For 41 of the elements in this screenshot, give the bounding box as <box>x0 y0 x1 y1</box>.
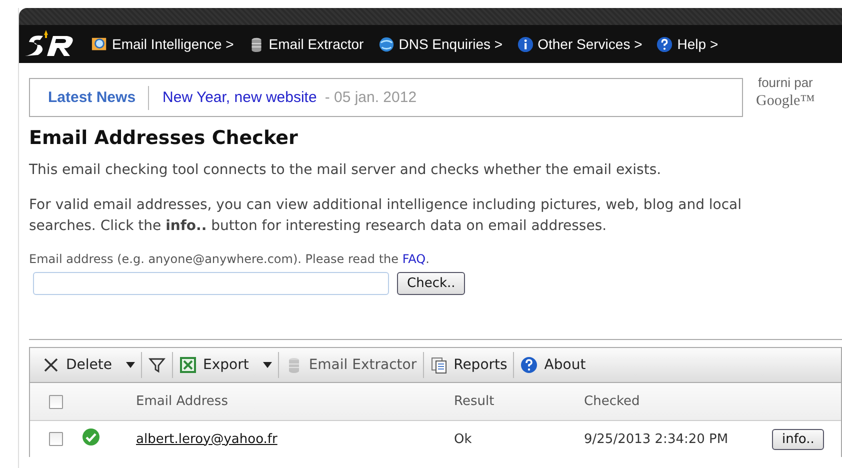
checkbox[interactable] <box>49 394 63 408</box>
powered-by-text: fourni par <box>756 75 814 90</box>
help-icon <box>656 36 674 52</box>
news-date: - 05 jan. 2012 <box>324 89 417 106</box>
table-cell-text: Ok <box>454 432 473 446</box>
nav-menu-item[interactable]: Other Services > <box>516 36 642 52</box>
table-cell-text: 9/25/2013 2:34:20 PM <box>584 432 730 446</box>
email-input-field[interactable] <box>33 272 389 295</box>
description-text: This email checking tool connects to the mail server and checks whether the email exists. <box>29 161 662 180</box>
help-icon <box>520 356 538 374</box>
brand-text: Google™ <box>756 93 815 110</box>
news-link[interactable]: New Year, new website <box>162 89 317 106</box>
column-header: Checked <box>584 394 641 409</box>
info-button[interactable]: info.. <box>772 428 824 450</box>
caret-icon <box>262 362 272 368</box>
news-label: Latest News <box>30 86 149 110</box>
info-icon <box>516 36 534 52</box>
column-header: Result <box>454 394 496 409</box>
toolbar-button[interactable]: Export <box>173 352 279 378</box>
globe-icon <box>378 36 395 52</box>
column-header: Email Address <box>136 394 229 409</box>
field-label: Email address (e.g. anyone@anywhere.com). Please read the FAQ. <box>29 252 430 266</box>
spreadsheet-icon <box>179 356 197 374</box>
nav-menu-item[interactable]: Help > <box>656 36 718 52</box>
documents-icon <box>430 356 448 374</box>
nav-menu-item[interactable]: DNS Enquiries > <box>378 36 503 52</box>
filter-icon <box>148 356 166 374</box>
toolbar-button[interactable]: Reports <box>424 352 514 378</box>
close-icon <box>42 356 60 374</box>
check-button[interactable]: Check.. <box>397 272 466 295</box>
search-icon <box>91 36 108 52</box>
page-title: Email Addresses Checker <box>29 127 299 149</box>
checkbox[interactable] <box>49 432 63 446</box>
caret-icon <box>126 362 135 368</box>
toolbar-button[interactable]: About <box>514 352 592 378</box>
nav-menu-item[interactable]: Email Extractor <box>248 36 364 52</box>
faq-link[interactable]: FAQ <box>402 252 426 266</box>
toolbar-button[interactable]: Delete <box>36 352 142 378</box>
email-link[interactable]: albert.leroy@yahoo.fr <box>136 432 278 446</box>
nav-menu-item[interactable]: Email Intelligence > <box>91 36 234 52</box>
description-text: For valid email addresses, you can view additional intelligence including pictures, web, blog and local searches. Click the info.. button for interesting research data on email addresses. <box>29 196 743 236</box>
